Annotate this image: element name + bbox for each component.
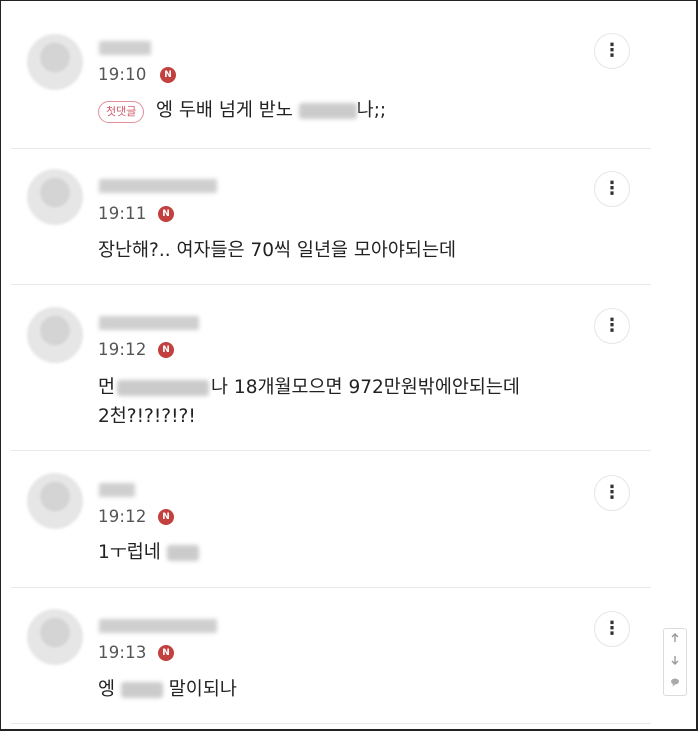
avatar[interactable] bbox=[27, 609, 83, 665]
author-name-blurred[interactable] bbox=[99, 316, 199, 330]
author-name-blurred[interactable] bbox=[99, 41, 151, 55]
vertical-dots-icon: ⋮ bbox=[603, 482, 621, 503]
vertical-dots-icon: ⋮ bbox=[603, 315, 621, 336]
new-badge: N bbox=[158, 509, 174, 525]
censored-text bbox=[298, 103, 357, 119]
comment-bubble-icon[interactable] bbox=[664, 675, 686, 695]
vertical-dots-icon: ⋮ bbox=[603, 618, 621, 639]
comment-time: 19:12 bbox=[98, 507, 147, 526]
more-options-button[interactable]: ⋮ bbox=[594, 33, 630, 69]
author-name-blurred[interactable] bbox=[99, 179, 217, 193]
divider bbox=[11, 587, 651, 588]
more-options-button[interactable]: ⋮ bbox=[594, 611, 630, 647]
comment-text: 먼 나 18개월모으면 972만원밖에안되는데 bbox=[98, 373, 520, 403]
avatar[interactable] bbox=[27, 473, 83, 529]
comment-text-part: 1ㅜ럽네 bbox=[98, 542, 167, 563]
comment-text: 1ㅜ럽네 bbox=[98, 538, 199, 568]
new-badge: N bbox=[158, 342, 174, 358]
comment-time: 19:13 bbox=[98, 643, 147, 662]
comment-text: 엥 말이되나 bbox=[98, 675, 237, 705]
more-options-button[interactable]: ⋮ bbox=[594, 308, 630, 344]
comment-text-line2: 2천?!?!?!?! bbox=[98, 406, 196, 427]
arrow-down-icon[interactable] bbox=[664, 653, 686, 673]
scroll-widget bbox=[663, 628, 687, 696]
new-badge: N bbox=[158, 645, 174, 661]
comment-text-part: 엥 두배 넘게 받노 bbox=[156, 100, 299, 121]
comment-time: 19:11 bbox=[98, 204, 147, 223]
censored-text bbox=[120, 682, 163, 698]
comment-text: 장난해?.. 여자들은 70씩 일년을 모아야되는데 bbox=[98, 240, 456, 261]
new-badge: N bbox=[158, 206, 174, 222]
author-name-blurred[interactable] bbox=[99, 483, 135, 497]
comment-text: 엥 두배 넘게 받노 나;; bbox=[156, 96, 386, 126]
arrow-up-icon[interactable] bbox=[664, 631, 686, 651]
more-options-button[interactable]: ⋮ bbox=[594, 171, 630, 207]
comment-text-part: 나 18개월모으면 972만원밖에안되는데 bbox=[211, 377, 520, 398]
avatar[interactable] bbox=[27, 169, 83, 225]
avatar[interactable] bbox=[27, 34, 83, 90]
comment-text-part: 엥 bbox=[98, 679, 121, 700]
more-options-button[interactable]: ⋮ bbox=[594, 475, 630, 511]
comment-time: 19:12 bbox=[98, 340, 147, 359]
divider bbox=[11, 284, 651, 285]
first-comment-badge: 첫댓글 bbox=[98, 101, 145, 123]
comment-text-part: 나;; bbox=[356, 100, 387, 121]
censored-text bbox=[117, 380, 210, 396]
comment-time: 19:10 bbox=[98, 65, 147, 84]
new-badge: N bbox=[160, 67, 176, 83]
censored-text bbox=[166, 545, 199, 561]
vertical-dots-icon: ⋮ bbox=[603, 40, 621, 61]
vertical-dots-icon: ⋮ bbox=[603, 178, 621, 199]
divider bbox=[11, 723, 651, 724]
divider bbox=[11, 450, 651, 451]
comment-list: 19:10 N 첫댓글 엥 두배 넘게 받노 나;; ⋮ 19:11 N 장난해… bbox=[0, 0, 698, 731]
avatar[interactable] bbox=[27, 307, 83, 363]
author-name-blurred[interactable] bbox=[99, 619, 217, 633]
divider bbox=[11, 148, 651, 149]
comment-text-part: 먼 bbox=[98, 377, 116, 398]
comment-text-part: 말이되나 bbox=[162, 679, 237, 700]
